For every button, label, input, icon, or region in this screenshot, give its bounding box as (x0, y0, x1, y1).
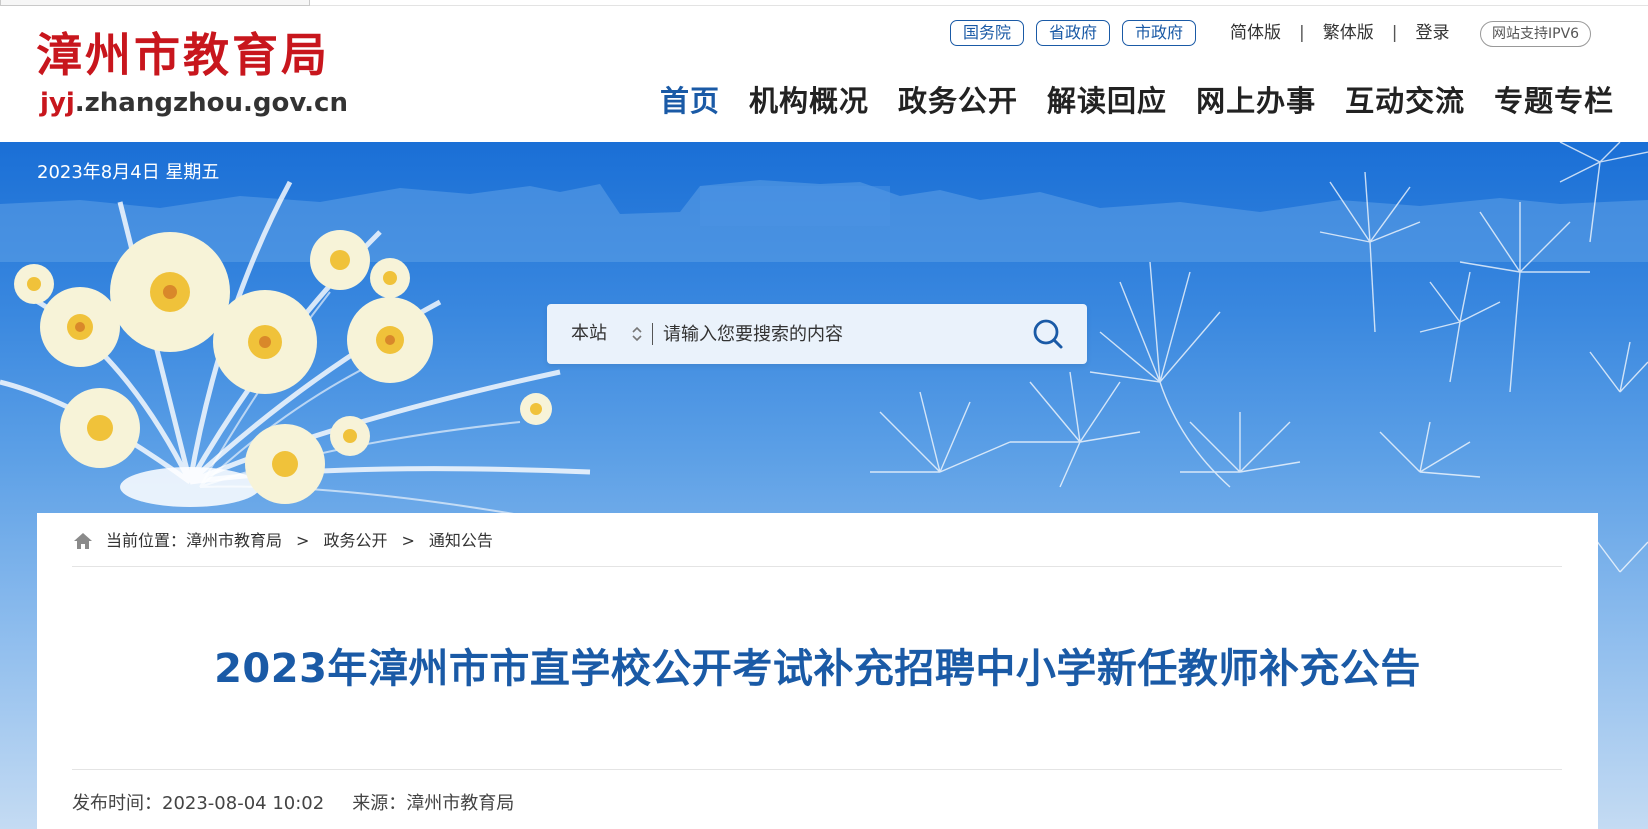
nav-about[interactable]: 机构概况 (749, 77, 869, 125)
site-logo[interactable]: 漳州市教育局 (36, 27, 330, 83)
article-meta: 发布时间：2023-08-04 10:02 来源：漳州市教育局 (72, 791, 514, 817)
sort-updown-icon[interactable] (630, 321, 644, 347)
search-icon[interactable] (1031, 317, 1065, 351)
nav-home[interactable]: 首页 (660, 77, 720, 125)
gov-links: 国务院 省政府 市政府 (950, 20, 1197, 46)
link-province-gov[interactable]: 省政府 (1036, 20, 1111, 46)
site-header: 漳州市教育局 jyj.zhangzhou.gov.cn 国务院 省政府 市政府 … (0, 7, 1648, 142)
dandelion-5 (870, 391, 1011, 473)
article-panel: 当前位置： 漳州市教育局 > 政务公开 > 通知公告 2023年漳州市市直学校公… (37, 513, 1598, 829)
nav-online-services[interactable]: 网上办事 (1196, 77, 1316, 125)
publish-value: 2023-08-04 10:02 (162, 793, 325, 814)
site-domain: jyj.zhangzhou.gov.cn (40, 86, 348, 120)
dandelion-4 (1419, 271, 1501, 383)
search-input[interactable] (663, 319, 1023, 349)
nav-gov-affairs[interactable]: 政务公开 (898, 77, 1018, 125)
browser-tab-edge (0, 0, 310, 6)
login-link[interactable]: 登录 (1415, 20, 1449, 46)
dandelion-10 (1379, 421, 1481, 478)
link-city-gov[interactable]: 市政府 (1122, 20, 1197, 46)
simplified-link[interactable]: 简体版 (1230, 20, 1281, 46)
domain-highlight: jyj (40, 88, 75, 118)
browser-top-strip (0, 0, 1648, 6)
search-box: 本站 (547, 304, 1087, 364)
divider: | (1299, 23, 1305, 43)
traditional-link[interactable]: 繁体版 (1323, 20, 1374, 46)
nav-interpretation[interactable]: 解读回应 (1047, 77, 1167, 125)
breadcrumb-prefix: 当前位置： (106, 531, 187, 550)
main-nav: 首页 机构概况 政务公开 解读回应 网上办事 互动交流 专题专栏 (660, 77, 1614, 125)
breadcrumb-item-gov-affairs[interactable]: 政务公开 (323, 528, 387, 554)
publish-label: 发布时间： (72, 793, 162, 814)
search-divider (652, 323, 653, 345)
utility-links: 简体版 | 繁体版 | 登录 (1230, 20, 1449, 46)
current-date: 2023年8月4日 星期五 (37, 162, 220, 183)
link-state-council[interactable]: 国务院 (950, 20, 1025, 46)
divider-line (72, 566, 1562, 567)
home-icon[interactable] (72, 531, 94, 551)
domain-rest: .zhangzhou.gov.cn (74, 88, 348, 118)
breadcrumb-sep: > (401, 531, 415, 550)
ipv6-badge: 网站支持IPV6 (1480, 21, 1592, 47)
divider-line (72, 769, 1562, 770)
breadcrumb-item-notices[interactable]: 通知公告 (429, 528, 493, 554)
dandelion-6 (1010, 371, 1141, 488)
divider: | (1391, 23, 1398, 43)
breadcrumb-sep: > (296, 531, 310, 550)
dandelion-1 (1089, 261, 1231, 488)
source: 来源：漳州市教育局 (352, 791, 514, 817)
source-label: 来源： (352, 793, 407, 814)
article-title: 2023年漳州市市直学校公开考试补充招聘中小学新任教师补充公告 (214, 646, 1421, 692)
nav-interaction[interactable]: 互动交流 (1345, 77, 1465, 125)
dandelion-7 (1180, 412, 1301, 473)
breadcrumb-item-bureau[interactable]: 漳州市教育局 (186, 528, 282, 554)
flower-cluster (14, 230, 552, 504)
dandelion-9 (1589, 341, 1648, 573)
search-scope-select[interactable]: 本站 (571, 321, 607, 347)
nav-special-topics[interactable]: 专题专栏 (1494, 77, 1614, 125)
source-value: 漳州市教育局 (406, 793, 515, 814)
breadcrumb: 当前位置： 漳州市教育局 > 政务公开 > 通知公告 (72, 528, 493, 554)
publish-time: 发布时间：2023-08-04 10:02 (72, 791, 324, 817)
